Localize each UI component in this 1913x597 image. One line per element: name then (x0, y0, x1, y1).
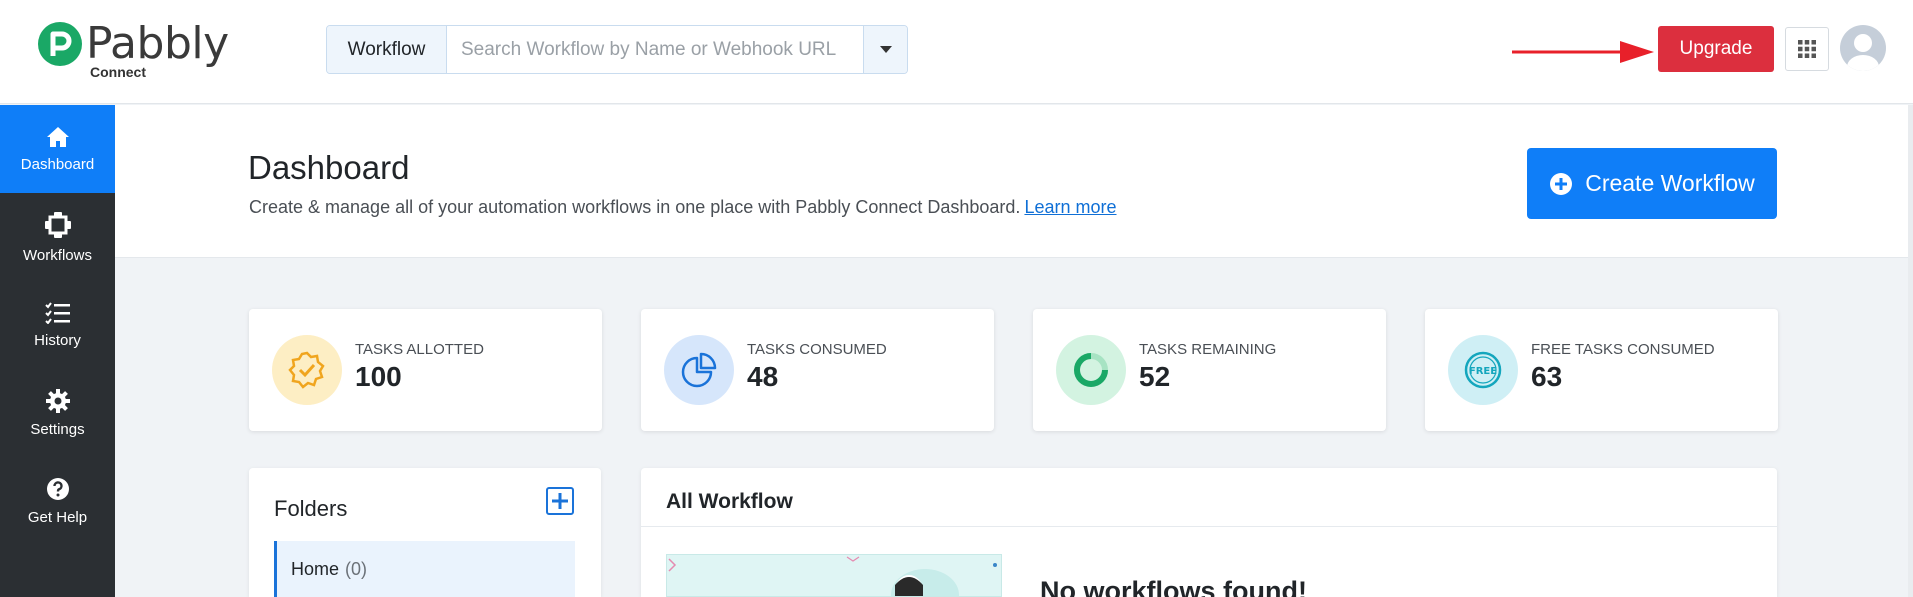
sidebar-item-workflows[interactable]: Workflows (0, 193, 115, 281)
page-scrollbar[interactable] (1908, 105, 1913, 597)
folder-name: Home (291, 558, 340, 579)
search-scope-label[interactable]: Workflow (327, 26, 447, 73)
sidebar-item-label: Dashboard (20, 155, 95, 173)
badge-check-icon (288, 351, 325, 389)
pabbly-logo-icon (38, 22, 82, 66)
upgrade-button[interactable]: Upgrade (1658, 26, 1774, 72)
grid-icon (1798, 40, 1816, 58)
sidebar-item-dashboard[interactable]: Dashboard (0, 105, 115, 193)
stat-label: TASKS CONSUMED (747, 341, 887, 358)
donut-icon (1074, 353, 1108, 387)
pie-chart-icon (681, 352, 717, 388)
sidebar-item-get-help[interactable]: Get Help (0, 457, 115, 545)
user-silhouette-icon (1847, 34, 1879, 71)
sidebar-item-settings[interactable]: Settings (0, 369, 115, 457)
pabbly-connect-logo[interactable]: Pabbly Connect (36, 18, 229, 82)
free-badge-icon: FREE (1464, 351, 1502, 389)
gear-icon (45, 388, 70, 413)
empty-state-message: No workflows found! (1040, 576, 1307, 597)
folder-count: (0) (345, 558, 368, 579)
learn-more-link[interactable]: Learn more (1024, 197, 1116, 217)
folders-panel: Folders Home (0) (249, 468, 601, 597)
stat-icon-wrap (664, 335, 734, 405)
user-avatar[interactable] (1840, 25, 1886, 71)
top-header: Pabbly Connect Workflow Upgrade (0, 0, 1913, 104)
workflow-search: Workflow (326, 25, 908, 74)
sidebar-item-label: Get Help (27, 508, 88, 526)
stat-label: TASKS REMAINING (1139, 341, 1277, 358)
create-workflow-label: Create Workflow (1585, 170, 1755, 196)
svg-text:FREE: FREE (1469, 366, 1497, 377)
stat-card-tasks-remaining: TASKS REMAINING 52 (1033, 309, 1386, 431)
divider (641, 526, 1777, 527)
all-workflow-title: All Workflow (666, 490, 793, 513)
add-folder-button[interactable] (546, 487, 574, 515)
page-title: Dashboard (248, 149, 410, 186)
folder-item-home[interactable]: Home (0) (274, 541, 575, 597)
search-dropdown-button[interactable] (863, 26, 907, 73)
stat-card-tasks-allotted: TASKS ALLOTTED 100 (249, 309, 602, 431)
sidebar-item-label: History (34, 331, 81, 349)
apps-grid-button[interactable] (1785, 27, 1829, 71)
page-header: Dashboard Create & manage all of your au… (115, 105, 1913, 258)
logo-subtext: Connect (90, 64, 146, 80)
stat-card-tasks-consumed: TASKS CONSUMED 48 (641, 309, 994, 431)
sidebar: Dashboard Workflows History Settings Get… (0, 105, 115, 597)
page-description: Create & manage all of your automation w… (249, 197, 1117, 218)
stat-label: FREE TASKS CONSUMED (1531, 341, 1715, 358)
stat-label: TASKS ALLOTTED (355, 341, 484, 358)
plus-icon (552, 493, 568, 509)
sidebar-item-history[interactable]: History (0, 281, 115, 369)
home-icon (46, 126, 69, 147)
stat-card-free-tasks-consumed: FREE FREE TASKS CONSUMED 63 (1425, 309, 1778, 431)
create-workflow-button[interactable]: Create Workflow (1527, 148, 1777, 219)
search-input[interactable] (447, 26, 863, 73)
sidebar-item-label: Settings (30, 420, 85, 438)
stat-icon-wrap: FREE (1448, 335, 1518, 405)
workflow-icon (44, 211, 71, 238)
illustration-graphic (667, 555, 1001, 596)
plus-circle-icon (1550, 172, 1573, 195)
help-icon (46, 477, 69, 500)
red-arrow-annotation (1512, 41, 1654, 63)
page-description-text: Create & manage all of your automation w… (249, 197, 1021, 217)
caret-down-icon (879, 45, 892, 53)
stat-value: 63 (1531, 361, 1563, 392)
empty-state-illustration (666, 554, 1002, 597)
logo-text: Pabbly (86, 18, 229, 69)
folders-title: Folders (274, 496, 348, 521)
all-workflow-panel: All Workflow No workflows found! (641, 468, 1777, 597)
stat-value: 52 (1139, 361, 1171, 392)
sidebar-item-label: Workflows (23, 246, 92, 264)
stat-value: 48 (747, 361, 779, 392)
stat-icon-wrap (1056, 335, 1126, 405)
stat-icon-wrap (272, 335, 342, 405)
history-list-icon (44, 301, 70, 324)
stat-value: 100 (355, 361, 402, 392)
